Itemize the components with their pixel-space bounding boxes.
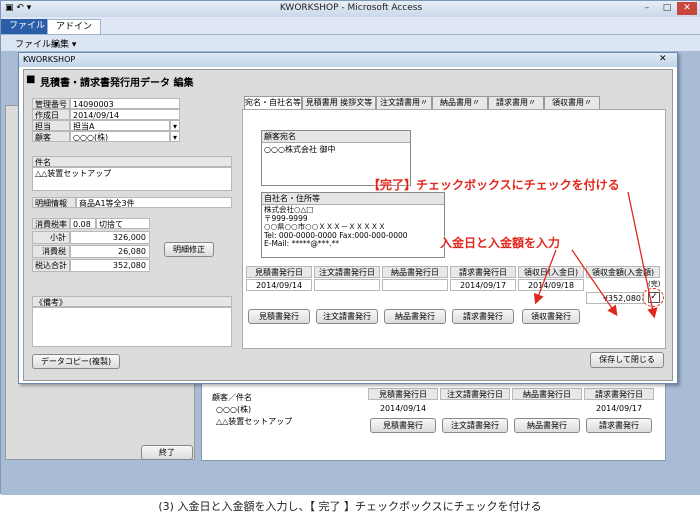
arrow-to-receipt-amount	[571, 249, 618, 317]
arrow-to-checkbox	[627, 191, 658, 319]
arrows-overlay	[533, 191, 658, 319]
arrow-to-receipt-date	[533, 249, 557, 305]
caption: (3) 入金日と入金額を入力し、【 完了 】チェックボックスにチェックを付ける	[158, 500, 542, 513]
